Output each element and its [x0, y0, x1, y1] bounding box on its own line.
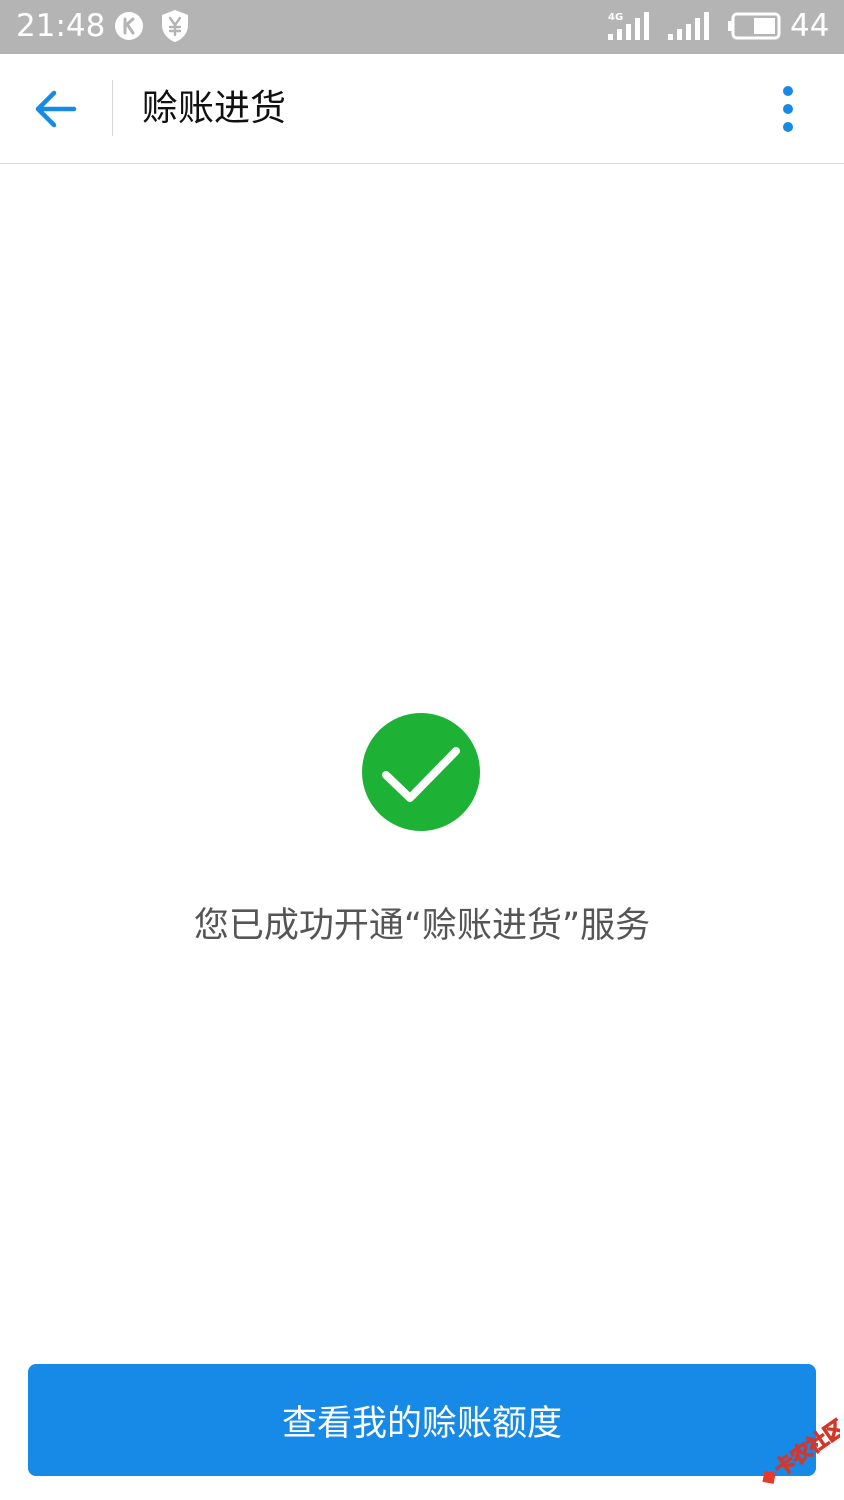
shield-yen-icon	[162, 10, 188, 42]
signal-icon	[668, 12, 709, 40]
battery-icon	[728, 12, 781, 40]
screen: 21:48 4G 44 赊账进货 您已成功开通“赊账进货”服务 查看我的赊账额度…	[0, 0, 844, 1500]
more-button[interactable]	[766, 78, 810, 140]
k-app-icon	[115, 12, 143, 40]
network-label: 4G	[608, 12, 623, 23]
battery-level: 44	[790, 8, 830, 44]
back-button[interactable]	[20, 74, 92, 144]
more-vertical-icon	[783, 86, 793, 132]
status-bar: 21:48 4G 44	[0, 0, 844, 54]
status-time: 21:48	[16, 8, 106, 44]
watermark-logo: 卡农社区	[762, 1414, 840, 1484]
watermark-text: 卡农社区	[770, 1415, 840, 1481]
signal-4g-icon: 4G	[608, 12, 649, 40]
success-message: 您已成功开通“赊账进货”服务	[193, 906, 651, 946]
page-title: 赊账进货	[142, 88, 287, 129]
arrow-left-icon	[35, 90, 77, 128]
toolbar: 赊账进货	[0, 54, 844, 164]
check-circle-icon	[362, 713, 480, 831]
toolbar-divider	[112, 80, 113, 136]
view-credit-limit-button[interactable]: 查看我的赊账额度	[28, 1364, 816, 1476]
